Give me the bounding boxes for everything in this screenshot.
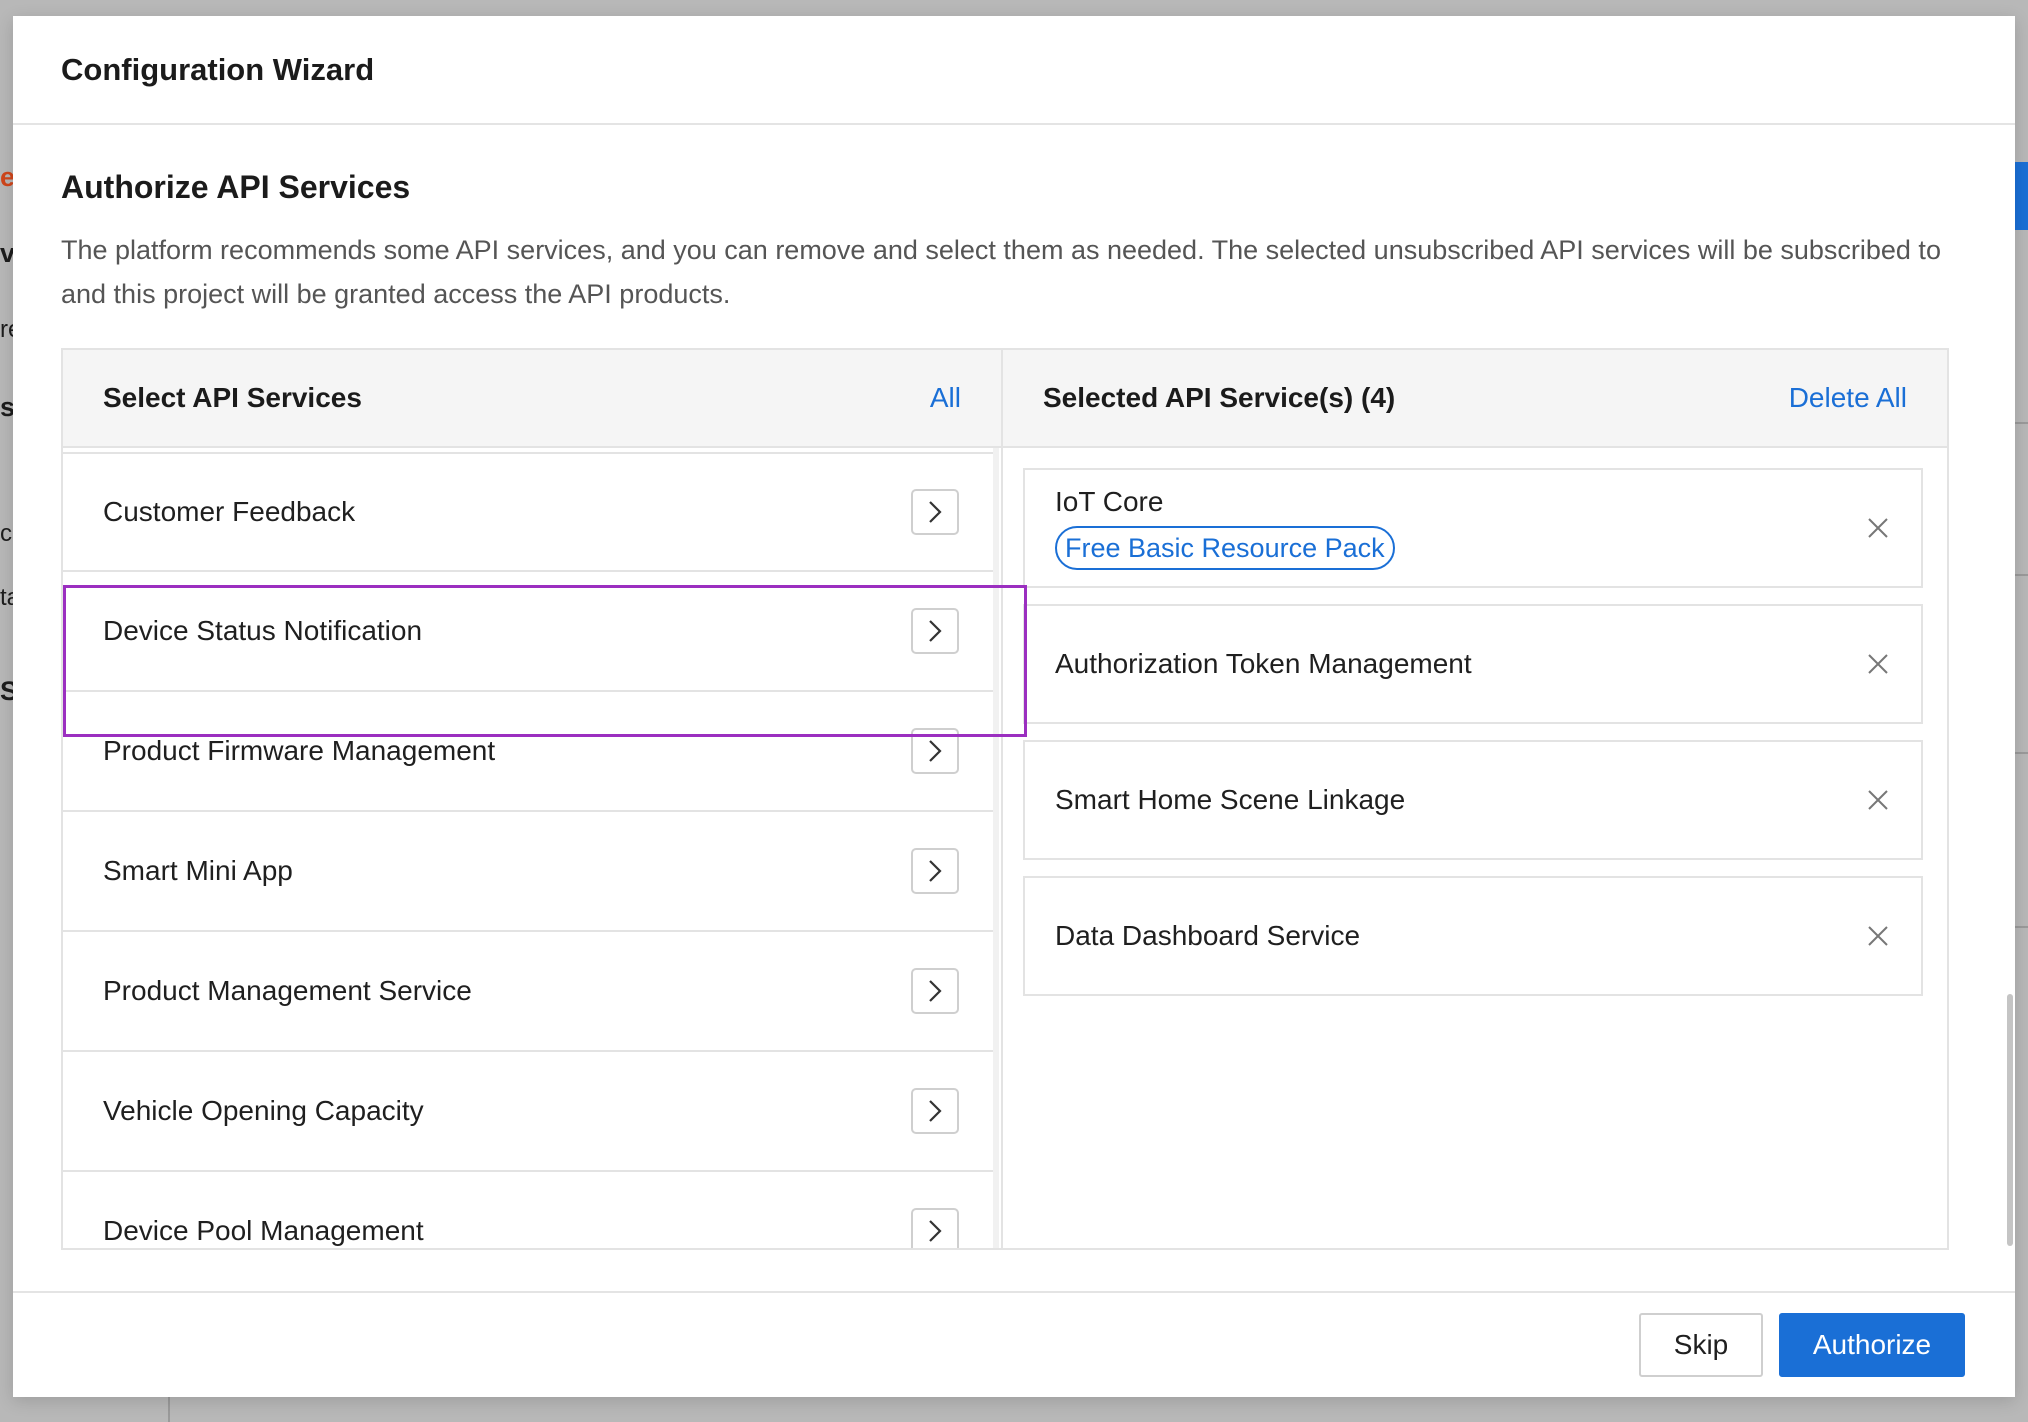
resource-pack-tag: Free Basic Resource Pack: [1055, 526, 1395, 570]
modal-header: Configuration Wizard: [13, 16, 2015, 125]
background-divider: [2014, 574, 2028, 576]
chevron-right-icon[interactable]: [911, 1088, 959, 1134]
selected-item: Smart Home Scene Linkage: [1023, 740, 1923, 860]
api-transfer: Select API Services All Customer Feedbac…: [61, 348, 1949, 1250]
modal-footer: Skip Authorize: [13, 1291, 2015, 1397]
list-item-label: Device Status Notification: [103, 615, 423, 646]
chevron-right-icon[interactable]: [911, 1208, 959, 1248]
selected-item: IoT Core Free Basic Resource Pack: [1023, 468, 1923, 588]
selected-api-list: IoT Core Free Basic Resource Pack Author…: [1023, 468, 1923, 1012]
list-item[interactable]: Product Firmware Management: [63, 692, 999, 812]
selected-api-panel-header: Selected API Service(s) (4) Delete All: [1003, 350, 1947, 448]
select-api-panel-header: Select API Services All: [63, 350, 1001, 448]
selected-item-label: Data Dashboard Service: [1055, 920, 1361, 951]
list-item[interactable]: Customer Feedback: [63, 452, 999, 572]
list-item-label: Device Pool Management: [103, 1215, 424, 1246]
list-item[interactable]: Vehicle Opening Capacity: [63, 1052, 999, 1172]
background-text-fragment: c: [0, 520, 12, 547]
select-all-link[interactable]: All: [930, 382, 961, 414]
list-item-label: Product Management Service: [103, 975, 472, 1006]
close-icon[interactable]: [1865, 515, 1891, 541]
section-title: Authorize API Services: [61, 169, 411, 205]
selected-item-label: Authorization Token Management: [1055, 648, 1472, 679]
background-divider: [2014, 422, 2028, 424]
select-api-panel: Select API Services All Customer Feedbac…: [63, 350, 1003, 1248]
skip-button[interactable]: Skip: [1639, 1313, 1763, 1377]
selected-item: Authorization Token Management: [1023, 604, 1923, 724]
delete-all-link[interactable]: Delete All: [1789, 382, 1907, 414]
selected-item-label: Smart Home Scene Linkage: [1055, 784, 1406, 815]
list-item[interactable]: Product Management Service: [63, 932, 999, 1052]
selected-api-panel: Selected API Service(s) (4) Delete All I…: [1003, 350, 1947, 1248]
chevron-right-icon[interactable]: [911, 489, 959, 535]
list-item[interactable]: Device Status Notification: [63, 572, 999, 692]
background-divider: [168, 1396, 170, 1422]
selected-api-panel-title: Selected API Service(s) (4): [1043, 382, 1396, 413]
list-item-label: Customer Feedback: [103, 496, 356, 527]
list-item[interactable]: Device Pool Management: [63, 1172, 999, 1248]
background-divider: [2014, 752, 2028, 754]
close-icon[interactable]: [1865, 923, 1891, 949]
configuration-wizard-modal: Configuration Wizard Authorize API Servi…: [13, 16, 2015, 1397]
modal-body: Authorize API Services The platform reco…: [13, 125, 2015, 316]
select-api-panel-title: Select API Services: [103, 382, 362, 413]
section-description: The platform recommends some API service…: [61, 235, 1941, 309]
list-item[interactable]: Smart Mini App: [63, 812, 999, 932]
authorize-button[interactable]: Authorize: [1779, 1313, 1965, 1377]
background-divider: [2014, 926, 2028, 928]
list-item-label: Product Firmware Management: [103, 735, 496, 766]
list-scrollbar-track[interactable]: [993, 448, 999, 1248]
chevron-right-icon[interactable]: [911, 728, 959, 774]
close-icon[interactable]: [1865, 651, 1891, 677]
list-scrollbar-thumb[interactable]: [2007, 994, 2013, 1246]
selected-item-label: IoT Core: [1055, 486, 1164, 517]
modal-title: Configuration Wizard: [61, 51, 375, 87]
selected-item: Data Dashboard Service: [1023, 876, 1923, 996]
chevron-right-icon[interactable]: [911, 848, 959, 894]
chevron-right-icon[interactable]: [911, 968, 959, 1014]
chevron-right-icon[interactable]: [911, 608, 959, 654]
list-item-label: Smart Mini App: [103, 855, 293, 886]
list-item-label: Vehicle Opening Capacity: [103, 1095, 424, 1126]
close-icon[interactable]: [1865, 787, 1891, 813]
api-service-list[interactable]: Customer Feedback Device Status Notifica…: [63, 448, 1001, 1248]
